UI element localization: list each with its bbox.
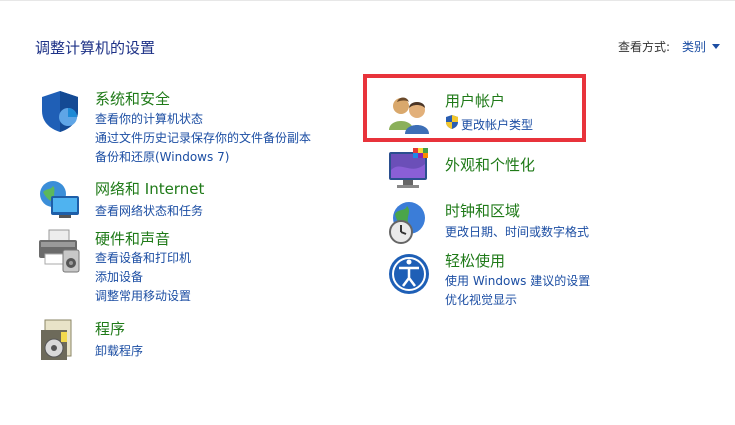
view-by-dropdown[interactable]: 类别 — [682, 38, 706, 55]
mobility-settings-link[interactable]: 调整常用移动设置 — [95, 287, 191, 304]
network-globe-icon[interactable] — [37, 178, 83, 224]
programs-icon[interactable] — [37, 318, 83, 364]
uninstall-program-link[interactable]: 卸载程序 — [95, 342, 143, 359]
appearance-title[interactable]: 外观和个性化 — [445, 154, 535, 175]
programs-title[interactable]: 程序 — [95, 318, 125, 339]
highlight-box — [363, 74, 586, 142]
backup-restore-link[interactable]: 备份和还原(Windows 7) — [95, 148, 229, 165]
hardware-sound-title[interactable]: 硬件和声音 — [95, 228, 170, 249]
clock-globe-icon[interactable] — [387, 200, 433, 246]
accessibility-icon[interactable] — [387, 250, 433, 296]
add-device-link[interactable]: 添加设备 — [95, 268, 143, 285]
optimize-display-link[interactable]: 优化视觉显示 — [445, 291, 517, 308]
system-security-title[interactable]: 系统和安全 — [95, 88, 170, 109]
view-computer-status-link[interactable]: 查看你的计算机状态 — [95, 110, 203, 127]
display-palette-icon[interactable] — [387, 146, 433, 192]
clock-region-title[interactable]: 时钟和区域 — [445, 200, 520, 221]
control-panel-page: 调整计算机的设置 查看方式: 类别 系统和安全 查看你的计算机状态 通过文件历史… — [0, 0, 735, 425]
recommended-settings-link[interactable]: 使用 Windows 建议的设置 — [445, 272, 590, 289]
date-time-format-link[interactable]: 更改日期、时间或数字格式 — [445, 223, 589, 240]
devices-printers-link[interactable]: 查看设备和打印机 — [95, 249, 191, 266]
chevron-down-icon[interactable] — [712, 44, 720, 49]
shield-icon[interactable] — [37, 88, 83, 134]
printer-icon[interactable] — [37, 228, 83, 274]
network-title[interactable]: 网络和 Internet — [95, 178, 204, 199]
view-by-label: 查看方式: — [617, 40, 670, 54]
network-status-link[interactable]: 查看网络状态和任务 — [95, 202, 203, 219]
page-title: 调整计算机的设置 — [35, 39, 156, 57]
file-history-backup-link[interactable]: 通过文件历史记录保存你的文件备份副本 — [95, 129, 311, 146]
view-by-control: 查看方式: 类别 — [618, 38, 720, 55]
top-divider — [0, 0, 735, 1]
ease-of-access-title[interactable]: 轻松使用 — [445, 250, 505, 271]
